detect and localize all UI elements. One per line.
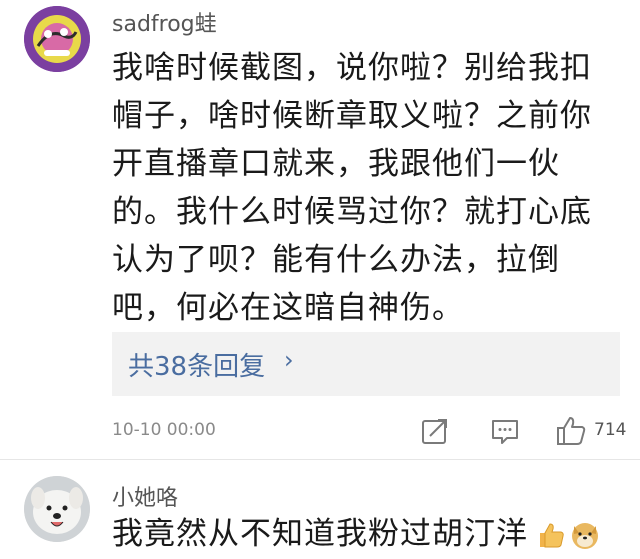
divider — [0, 459, 640, 460]
username[interactable]: sadfrog蛙 — [112, 6, 217, 38]
avatar[interactable] — [24, 6, 90, 72]
thumbs-up-emoji-icon — [537, 520, 567, 550]
comment-icon[interactable] — [488, 414, 522, 448]
like-count: 714 — [594, 420, 627, 440]
comment-meta-row: 10-10 00:00 714 — [112, 412, 632, 452]
avatar[interactable] — [24, 476, 90, 542]
comment-text: 我竟然从不知道我粉过胡汀洋 — [112, 516, 528, 552]
share-icon[interactable] — [418, 414, 452, 448]
dog-avatar-icon — [24, 476, 90, 542]
chevron-right-icon: › — [284, 346, 294, 374]
comment-text: 我啥时候截图，说你啦？别给我扣帽子，啥时候断章取义啦？之前你开直播章口就来，我跟… — [112, 50, 592, 326]
username[interactable]: 小她咯 — [112, 480, 178, 512]
doge-emoji-icon — [570, 520, 600, 550]
view-replies-link[interactable]: 共38条回复 — [128, 346, 265, 383]
replies-panel[interactable]: 共38条回复 › — [112, 332, 620, 396]
frog-avatar-icon — [24, 6, 90, 72]
thumbs-up-icon[interactable] — [554, 414, 588, 448]
timestamp: 10-10 00:00 — [112, 420, 216, 440]
